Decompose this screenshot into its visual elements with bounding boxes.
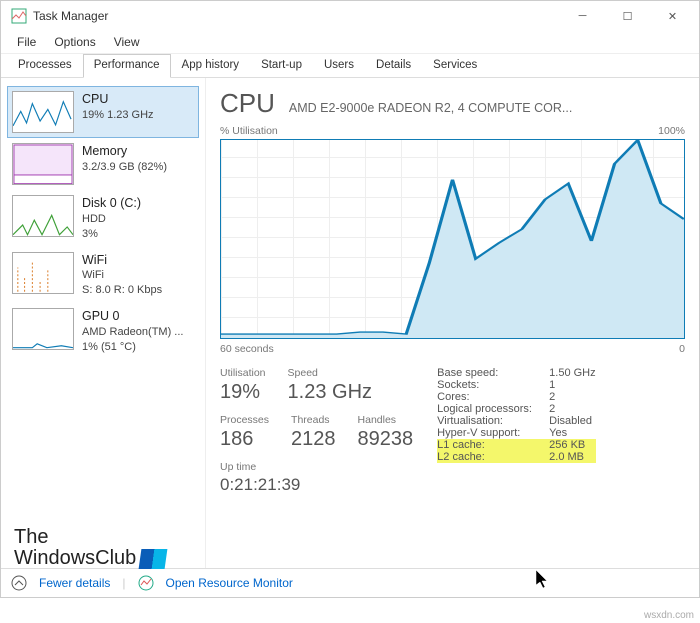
performance-sidebar: CPU19% 1.23 GHz Memory3.2/3.9 GB (82%) D… — [1, 78, 206, 568]
menu-file[interactable]: File — [9, 33, 44, 51]
stat-uptime: 0:21:21:39 — [220, 475, 413, 495]
chart-y-label: % Utilisation — [220, 125, 278, 137]
gpu-label: GPU 0 — [82, 308, 183, 325]
tab-strip: Processes Performance App history Start-… — [1, 54, 699, 78]
sidebar-item-disk[interactable]: Disk 0 (C:)HDD3% — [7, 190, 199, 247]
spec-sockets: 1 — [549, 379, 555, 391]
close-button[interactable]: ✕ — [650, 2, 695, 30]
stat-utilisation: 19% — [220, 381, 266, 404]
spec-logical: 2 — [549, 403, 555, 415]
cpu-model: AMD E2-9000e RADEON R2, 4 COMPUTE COR... — [289, 101, 685, 115]
spec-l2-cache: 2.0 MB — [549, 451, 584, 463]
sidebar-item-gpu[interactable]: GPU 0AMD Radeon(TM) ...1% (51 °C) — [7, 303, 199, 360]
stat-handles: 89238 — [358, 428, 414, 451]
spec-virtualisation: Disabled — [549, 415, 592, 427]
menubar: File Options View — [1, 31, 699, 54]
site-reference: wsxdn.com — [644, 610, 694, 621]
tab-processes[interactable]: Processes — [7, 54, 83, 77]
cpu-summary: 19% 1.23 GHz — [82, 108, 154, 123]
page-title: CPU — [220, 88, 275, 119]
stat-speed: 1.23 GHz — [288, 381, 372, 404]
stat-processes: 186 — [220, 428, 269, 451]
open-resource-monitor-link[interactable]: Open Resource Monitor — [166, 576, 293, 590]
cpu-specs: Base speed:1.50 GHz Sockets:1 Cores:2 Lo… — [437, 367, 595, 495]
windowsclub-logo-icon — [139, 549, 168, 569]
spec-cores: 2 — [549, 391, 555, 403]
sidebar-item-memory[interactable]: Memory3.2/3.9 GB (82%) — [7, 138, 199, 190]
chart-y-max: 100% — [658, 125, 685, 137]
memory-summary: 3.2/3.9 GB (82%) — [82, 160, 167, 175]
maximize-button[interactable]: ☐ — [605, 2, 650, 30]
minimize-button[interactable]: ─ — [560, 2, 605, 30]
footer: Fewer details | Open Resource Monitor — [1, 568, 699, 597]
performance-detail: CPU AMD E2-9000e RADEON R2, 4 COMPUTE CO… — [206, 78, 699, 568]
disk-label: Disk 0 (C:) — [82, 195, 141, 212]
chevron-up-icon — [11, 575, 27, 591]
sidebar-item-wifi[interactable]: WiFiWiFiS: 8.0 R: 0 Kbps — [7, 247, 199, 304]
spec-base-speed: 1.50 GHz — [549, 367, 595, 379]
tab-app-history[interactable]: App history — [171, 54, 251, 77]
tab-services[interactable]: Services — [422, 54, 488, 77]
memory-label: Memory — [82, 143, 167, 160]
menu-options[interactable]: Options — [46, 33, 103, 51]
spec-l1-cache: 256 KB — [549, 439, 585, 451]
menu-view[interactable]: View — [106, 33, 148, 51]
tab-start-up[interactable]: Start-up — [250, 54, 313, 77]
spec-hyperv: Yes — [549, 427, 567, 439]
cpu-label: CPU — [82, 91, 154, 108]
tab-details[interactable]: Details — [365, 54, 422, 77]
fewer-details-link[interactable]: Fewer details — [39, 576, 110, 590]
tab-users[interactable]: Users — [313, 54, 365, 77]
app-icon — [11, 8, 27, 24]
window-title: Task Manager — [33, 9, 108, 23]
watermark: The WindowsClub — [14, 527, 166, 569]
tab-performance[interactable]: Performance — [83, 54, 171, 78]
task-manager-window: Task Manager ─ ☐ ✕ File Options View Pro… — [0, 0, 700, 598]
utilisation-chart — [220, 139, 685, 339]
sidebar-item-cpu[interactable]: CPU19% 1.23 GHz — [7, 86, 199, 138]
chart-x-left: 60 seconds — [220, 343, 274, 355]
stat-threads: 2128 — [291, 428, 336, 451]
wifi-label: WiFi — [82, 252, 162, 269]
titlebar[interactable]: Task Manager ─ ☐ ✕ — [1, 1, 699, 31]
chart-x-right: 0 — [679, 343, 685, 355]
resource-monitor-icon — [138, 575, 154, 591]
